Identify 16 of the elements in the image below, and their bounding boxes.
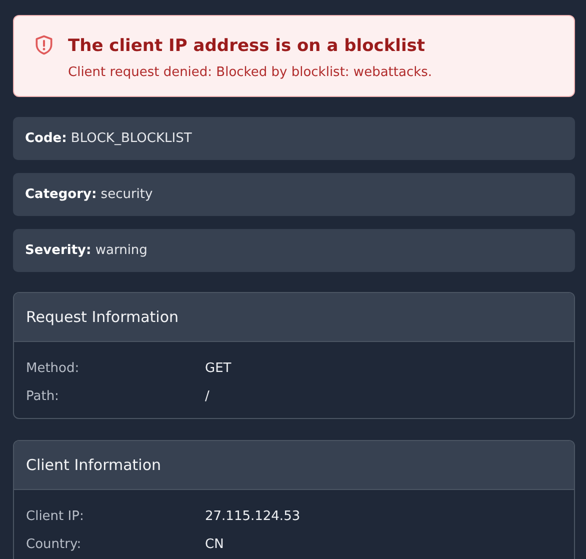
row-label: Path: — [26, 388, 60, 404]
info-field: Code: BLOCK_BLOCKLIST — [13, 117, 575, 160]
row-value: / — [205, 388, 210, 404]
row-value: GET — [205, 360, 232, 376]
row-label: Method: — [26, 360, 80, 376]
card-title: Request Information — [26, 308, 180, 326]
alert-title: The client IP address is on a blocklist — [68, 36, 426, 56]
shield-alert-icon — [33, 33, 55, 57]
info-field: Severity: warning — [13, 229, 575, 272]
row-label: Client IP: — [26, 508, 85, 524]
row-value: 27.115.124.53 — [205, 508, 300, 524]
row-label: Country: — [26, 536, 82, 552]
alert-message: Client request denied: Blocked by blocklist: webattacks. — [68, 65, 432, 80]
card-title: Client Information — [26, 456, 162, 474]
row-value: CN — [205, 536, 224, 552]
info-field: Category: security — [13, 173, 575, 216]
